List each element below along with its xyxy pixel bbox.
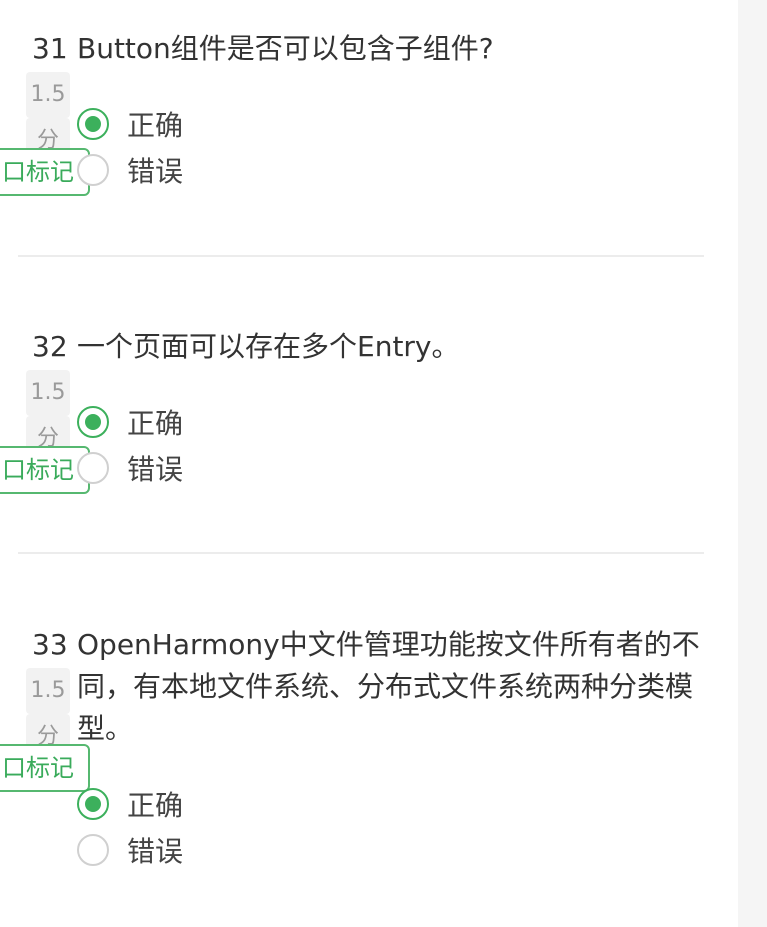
score-value: 1.5 bbox=[26, 72, 70, 118]
radio-checked-icon[interactable] bbox=[77, 108, 109, 140]
mark-button[interactable]: 口标记 bbox=[0, 744, 90, 792]
question-divider bbox=[18, 552, 704, 554]
score-value: 1.5 bbox=[26, 668, 70, 714]
radio-checked-icon[interactable] bbox=[77, 406, 109, 438]
option-label: 正确 bbox=[127, 789, 184, 822]
radio-unchecked-icon[interactable] bbox=[77, 154, 109, 186]
option-label: 正确 bbox=[127, 407, 184, 440]
question-text: 一个页面可以存在多个Entry。 bbox=[77, 330, 460, 363]
option-wrong[interactable]: 错误 bbox=[77, 152, 377, 192]
question-number: 31 bbox=[32, 32, 68, 65]
option-label: 错误 bbox=[127, 835, 184, 868]
option-wrong[interactable]: 错误 bbox=[77, 450, 377, 490]
option-label: 错误 bbox=[127, 155, 184, 188]
radio-unchecked-icon[interactable] bbox=[77, 834, 109, 866]
question-divider bbox=[18, 255, 704, 257]
question-text: Button组件是否可以包含子组件? bbox=[77, 32, 494, 65]
option-correct[interactable]: 正确 bbox=[77, 786, 377, 826]
question-text: OpenHarmony中文件管理功能按文件所有者的不同，有本地文件系统、分布式文… bbox=[77, 628, 700, 745]
side-gutter bbox=[738, 0, 767, 927]
score-value: 1.5 bbox=[26, 370, 70, 416]
option-label: 错误 bbox=[127, 453, 184, 486]
option-label: 正确 bbox=[127, 109, 184, 142]
quiz-page: 31 Button组件是否可以包含子组件? 1.5 分 口标记 正确 错误 32… bbox=[0, 0, 767, 927]
question-number: 32 bbox=[32, 330, 68, 363]
radio-unchecked-icon[interactable] bbox=[77, 452, 109, 484]
option-correct[interactable]: 正确 bbox=[77, 106, 377, 146]
question-number: 33 bbox=[32, 628, 68, 661]
option-correct[interactable]: 正确 bbox=[77, 404, 377, 444]
radio-checked-icon[interactable] bbox=[77, 788, 109, 820]
option-wrong[interactable]: 错误 bbox=[77, 832, 377, 872]
